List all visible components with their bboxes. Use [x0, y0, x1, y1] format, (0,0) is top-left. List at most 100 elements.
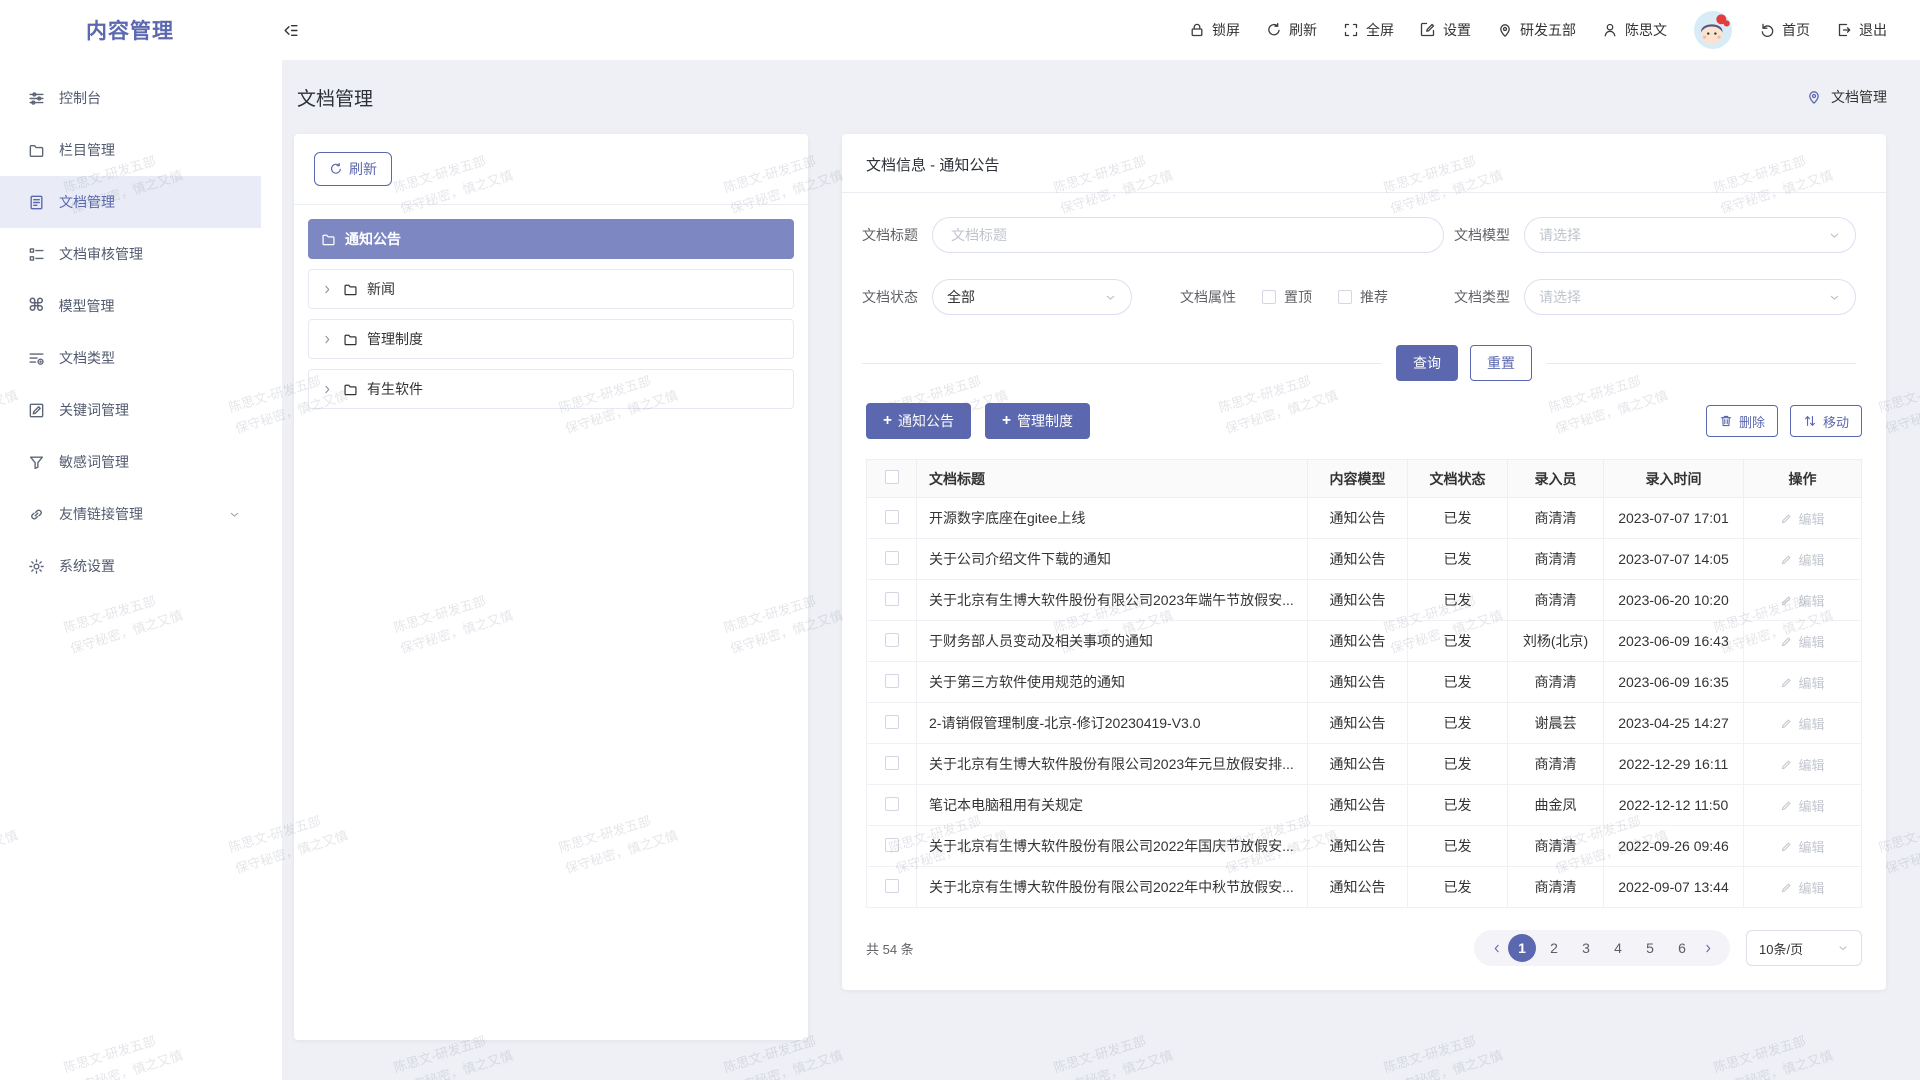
- edit-button[interactable]: 编辑: [1780, 755, 1824, 774]
- page-number-button[interactable]: 2: [1540, 934, 1568, 962]
- row-checkbox[interactable]: [885, 838, 899, 852]
- add-document-button[interactable]: + 通知公告: [866, 403, 971, 439]
- edit-button[interactable]: 编辑: [1780, 878, 1824, 897]
- edit-button[interactable]: 编辑: [1780, 673, 1824, 692]
- edit-button[interactable]: 编辑: [1780, 796, 1824, 815]
- page-title: 文档管理: [297, 84, 373, 111]
- settings-icon: [1420, 22, 1436, 38]
- doc-title-cell: 于财务部人员变动及相关事项的通知: [917, 621, 1308, 662]
- page-number-button[interactable]: 4: [1604, 934, 1632, 962]
- sidebar-item-label: 模型管理: [59, 296, 115, 316]
- doc-type-select[interactable]: 请选择: [1524, 279, 1856, 315]
- sidebar-item[interactable]: 系统设置: [0, 540, 261, 592]
- folder-icon: [343, 282, 358, 297]
- sidebar-item[interactable]: 控制台: [0, 72, 261, 124]
- table-row[interactable]: 关于北京有生博大软件股份有限公司2023年端午节放假安... 通知公告 已发 商…: [867, 580, 1862, 621]
- reset-button[interactable]: 重置: [1470, 345, 1532, 381]
- tree-node[interactable]: 通知公告: [308, 219, 794, 259]
- row-checkbox[interactable]: [885, 756, 899, 770]
- doc-title-input[interactable]: [932, 217, 1444, 253]
- page-size-select[interactable]: 10条/页: [1746, 930, 1862, 966]
- header-action[interactable]: 刷新: [1253, 20, 1330, 40]
- add-document-button[interactable]: + 管理制度: [985, 403, 1090, 439]
- edit-button[interactable]: 编辑: [1780, 837, 1824, 856]
- chevron-right-icon[interactable]: [321, 283, 334, 296]
- sidebar-item[interactable]: 友情链接管理: [0, 488, 261, 540]
- next-page-button[interactable]: [1696, 942, 1720, 955]
- sidebar-item-label: 系统设置: [59, 556, 115, 576]
- sidebar-item[interactable]: ⌘ 模型管理: [0, 280, 261, 332]
- table-row[interactable]: 关于北京有生博大软件股份有限公司2022年国庆节放假安... 通知公告 已发 商…: [867, 826, 1862, 867]
- delete-button[interactable]: 删除: [1706, 405, 1778, 437]
- checkbox[interactable]: [1262, 290, 1276, 304]
- header-action-label: 刷新: [1289, 20, 1317, 40]
- table-row[interactable]: 关于第三方软件使用规范的通知 通知公告 已发 商清清 2023-06-09 16…: [867, 662, 1862, 703]
- attr-top-checkbox[interactable]: 置顶: [1262, 287, 1312, 307]
- doc-model-cell: 通知公告: [1308, 498, 1408, 539]
- table-row[interactable]: 于财务部人员变动及相关事项的通知 通知公告 已发 刘杨(北京) 2023-06-…: [867, 621, 1862, 662]
- header-action-label: 设置: [1443, 20, 1471, 40]
- sidebar-collapse-button[interactable]: [282, 22, 299, 39]
- edit-button[interactable]: 编辑: [1780, 550, 1824, 569]
- header-action[interactable]: 首页: [1746, 20, 1823, 40]
- page-number-button[interactable]: 5: [1636, 934, 1664, 962]
- sidebar-item[interactable]: 文档管理: [0, 176, 261, 228]
- table-row[interactable]: 2-请销假管理制度-北京-修订20230419-V3.0 通知公告 已发 谢晨芸…: [867, 703, 1862, 744]
- page-size-value: 10条/页: [1759, 939, 1803, 958]
- folder-icon: [28, 142, 45, 159]
- chevron-right-icon[interactable]: [321, 383, 334, 396]
- doc-status-select[interactable]: 全部: [932, 279, 1132, 315]
- doc-title-cell: 关于第三方软件使用规范的通知: [917, 662, 1308, 703]
- header-action[interactable]: 陈思文: [1589, 20, 1680, 40]
- sidebar-item[interactable]: 敏感词管理: [0, 436, 261, 488]
- table-row[interactable]: 关于公司介绍文件下载的通知 通知公告 已发 商清清 2023-07-07 14:…: [867, 539, 1862, 580]
- header-action[interactable]: 研发五部: [1484, 20, 1589, 40]
- page-number-button[interactable]: 1: [1508, 934, 1536, 962]
- checkbox[interactable]: [1338, 290, 1352, 304]
- prev-page-button[interactable]: [1484, 942, 1508, 955]
- page-number-button[interactable]: 3: [1572, 934, 1600, 962]
- edit-button[interactable]: 编辑: [1780, 632, 1824, 651]
- tree-node[interactable]: 有生软件: [308, 369, 794, 409]
- column-header: 操作: [1744, 460, 1862, 498]
- attr-recommend-checkbox[interactable]: 推荐: [1338, 287, 1388, 307]
- chevron-right-icon[interactable]: [321, 333, 334, 346]
- row-checkbox[interactable]: [885, 797, 899, 811]
- row-checkbox[interactable]: [885, 674, 899, 688]
- tree-refresh-button[interactable]: 刷新: [314, 152, 392, 186]
- select-all-checkbox[interactable]: [885, 470, 899, 484]
- row-checkbox[interactable]: [885, 592, 899, 606]
- table-row[interactable]: 关于北京有生博大软件股份有限公司2022年中秋节放假安... 通知公告 已发 商…: [867, 867, 1862, 908]
- row-checkbox[interactable]: [885, 879, 899, 893]
- search-button[interactable]: 查询: [1396, 345, 1458, 381]
- row-checkbox[interactable]: [885, 715, 899, 729]
- edit-button[interactable]: 编辑: [1780, 714, 1824, 733]
- header-action[interactable]: 全屏: [1330, 20, 1407, 40]
- header-action[interactable]: 设置: [1407, 20, 1484, 40]
- row-checkbox[interactable]: [885, 633, 899, 647]
- table-row[interactable]: 笔记本电脑租用有关规定 通知公告 已发 曲金凤 2022-12-12 11:50…: [867, 785, 1862, 826]
- tree-node[interactable]: 管理制度: [308, 319, 794, 359]
- doc-model-select[interactable]: 请选择: [1524, 217, 1856, 253]
- sidebar-item[interactable]: 关键词管理: [0, 384, 261, 436]
- header-action[interactable]: 锁屏: [1176, 20, 1253, 40]
- edit-button[interactable]: 编辑: [1780, 509, 1824, 528]
- header-action[interactable]: 退出: [1823, 20, 1900, 40]
- page-number-button[interactable]: 6: [1668, 934, 1696, 962]
- sidebar-item[interactable]: 栏目管理: [0, 124, 261, 176]
- table-row[interactable]: 关于北京有生博大软件股份有限公司2023年元旦放假安排... 通知公告 已发 商…: [867, 744, 1862, 785]
- move-button[interactable]: 移动: [1790, 405, 1862, 437]
- table-row[interactable]: 开源数字底座在gitee上线 通知公告 已发 商清清 2023-07-07 17…: [867, 498, 1862, 539]
- filter-form: 文档标题 文档模型 请选择 文档状态: [842, 193, 1886, 315]
- sidebar-item[interactable]: 文档类型: [0, 332, 261, 384]
- avatar[interactable]: [1694, 11, 1732, 49]
- row-checkbox[interactable]: [885, 551, 899, 565]
- column-header: 文档状态: [1408, 460, 1508, 498]
- row-checkbox[interactable]: [885, 510, 899, 524]
- sidebar-item[interactable]: 文档审核管理: [0, 228, 261, 280]
- breadcrumb[interactable]: 文档管理: [1806, 87, 1887, 107]
- tree-toolbar: 刷新: [294, 134, 808, 204]
- doc-title-cell: 关于北京有生博大软件股份有限公司2022年中秋节放假安...: [917, 867, 1308, 908]
- tree-node[interactable]: 新闻: [308, 269, 794, 309]
- edit-button[interactable]: 编辑: [1780, 591, 1824, 610]
